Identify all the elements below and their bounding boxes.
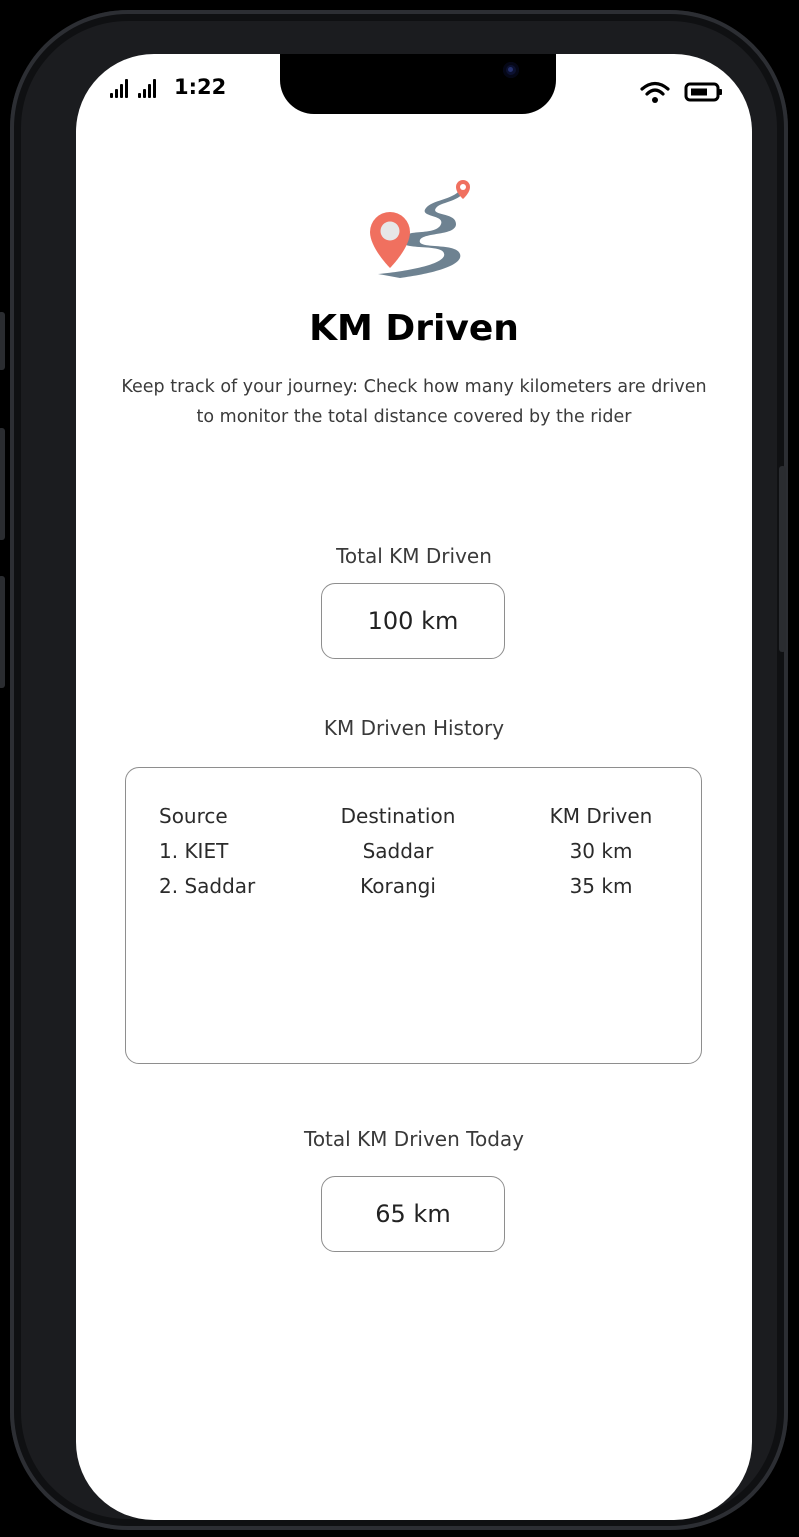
battery-icon (684, 82, 722, 102)
history-km: 35 km (569, 874, 633, 898)
signal-icon (110, 79, 128, 98)
page-title: KM Driven (309, 308, 519, 349)
total-km-label: Total KM Driven (336, 544, 492, 568)
total-km-field: 100 km (321, 583, 505, 659)
status-bar-left: 1:22 (110, 76, 226, 98)
page-description: Keep track of your journey: Check how ma… (121, 377, 707, 427)
column-header-destination: Destination (340, 804, 456, 828)
signal-icon (138, 79, 156, 98)
notch (280, 54, 556, 114)
history-row: 2. Saddar Korangi 35 km (126, 874, 701, 906)
wifi-icon (640, 81, 670, 103)
column-header-source: Source (159, 804, 228, 828)
history-label: KM Driven History (323, 716, 505, 740)
history-destination: Korangi (360, 874, 436, 898)
volume-up-button (0, 428, 5, 540)
history-table: Source Destination KM Driven 1. KIET Sad… (125, 767, 702, 1064)
history-km: 30 km (569, 839, 633, 863)
status-time: 1:22 (174, 75, 227, 99)
side-button (0, 312, 5, 370)
history-row: 1. KIET Saddar 30 km (126, 839, 701, 871)
history-header-row: Source Destination KM Driven (126, 804, 701, 836)
history-destination: Saddar (362, 839, 434, 863)
volume-down-button (0, 576, 5, 688)
today-km-field: 65 km (321, 1176, 505, 1252)
history-source: 1. KIET (159, 839, 229, 863)
phone-frame: 1:22 KM Driven Keep track of your journe… (0, 10, 788, 1530)
column-header-km: KM Driven (549, 804, 653, 828)
screen: 1:22 KM Driven Keep track of your journe… (76, 54, 752, 1520)
power-button (779, 466, 786, 652)
today-km-label: Total KM Driven Today (304, 1127, 524, 1151)
history-source: 2. Saddar (159, 874, 256, 898)
route-map-pin-icon (370, 180, 470, 278)
front-camera (503, 62, 519, 78)
status-bar-right (640, 80, 724, 104)
